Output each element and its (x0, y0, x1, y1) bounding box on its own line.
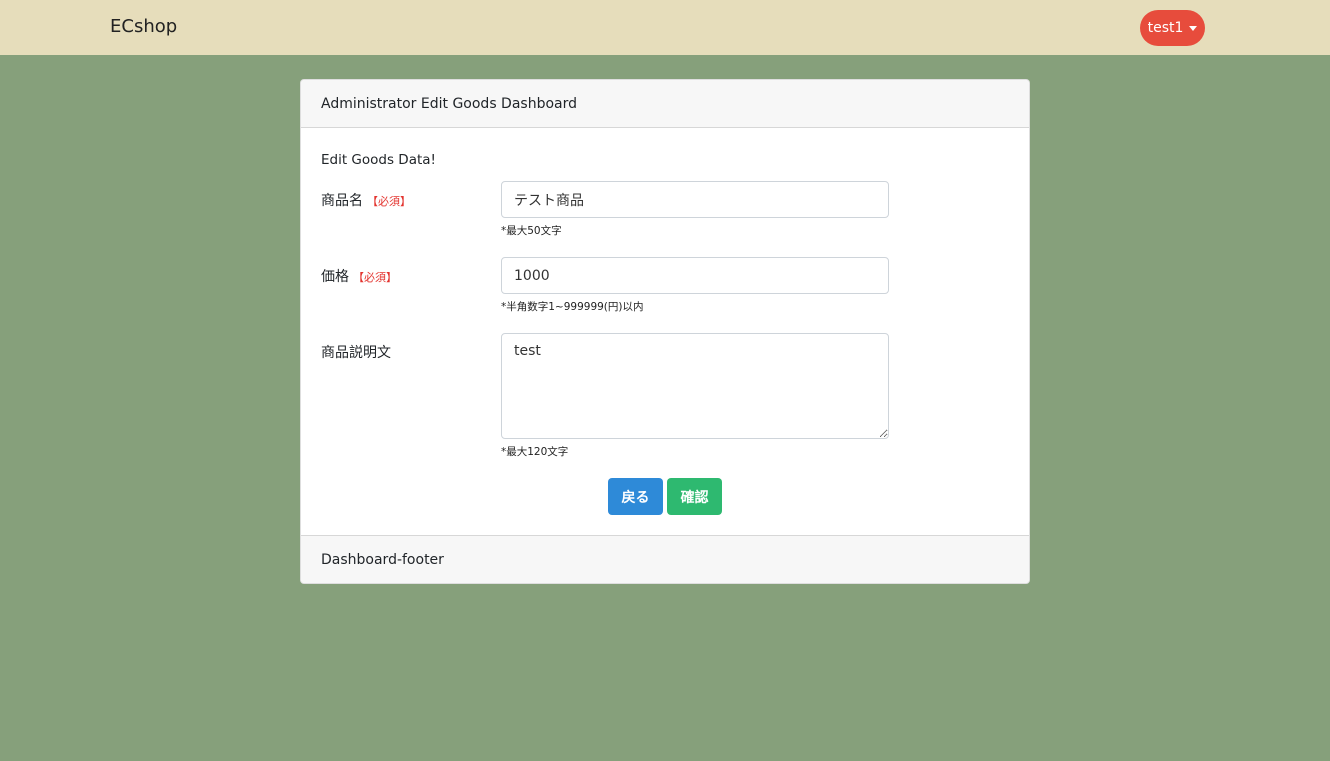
product-name-help: *最大50文字 (501, 225, 562, 237)
card-footer: Dashboard-footer (301, 535, 1029, 583)
confirm-button[interactable]: 確認 (667, 478, 722, 515)
card-body: Edit Goods Data! 商品名【必須】 *最大50文字 価格【必須】 … (301, 128, 1029, 536)
description-textarea[interactable]: test (501, 333, 889, 439)
price-label-group: 価格 【必須】 (321, 266, 397, 286)
caret-down-icon (1189, 25, 1198, 31)
description-help: *最大120文字 (501, 446, 569, 458)
back-button[interactable]: 戻る (608, 478, 663, 515)
top-navbar: ECshop test1 (0, 0, 1330, 55)
price-label: 価格 (321, 269, 349, 285)
edit-goods-card: Administrator Edit Goods Dashboard Edit … (300, 79, 1030, 584)
card-title: Administrator Edit Goods Dashboard (321, 95, 578, 112)
price-input[interactable] (501, 257, 889, 294)
user-menu-dropdown[interactable]: test1 (1140, 10, 1205, 46)
brand-logo-link[interactable]: ECshop (110, 16, 177, 37)
required-badge: 【必須】 (367, 195, 411, 208)
price-help: *半角数字1~999999(円)以内 (501, 301, 644, 313)
form-intro-text: Edit Goods Data! (321, 152, 436, 168)
description-label-group: 商品説明文 (321, 342, 391, 362)
product-name-label-group: 商品名 【必須】 (321, 190, 411, 210)
card-header: Administrator Edit Goods Dashboard (301, 80, 1029, 128)
card-footer-text: Dashboard-footer (321, 551, 444, 568)
user-menu-label: test1 (1147, 20, 1184, 36)
product-name-input[interactable] (501, 181, 889, 218)
description-label: 商品説明文 (321, 345, 391, 361)
required-badge: 【必須】 (353, 271, 397, 284)
product-name-label: 商品名 (321, 193, 363, 209)
